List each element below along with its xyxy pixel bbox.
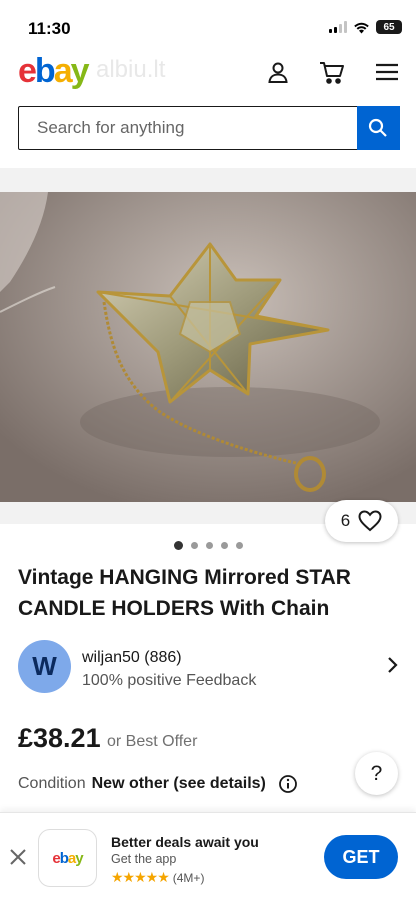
get-app-button[interactable]: GET — [324, 835, 398, 879]
pagination-dot[interactable] — [235, 542, 243, 549]
ebay-logo[interactable]: ebay — [18, 52, 90, 91]
pagination-dot[interactable] — [220, 542, 228, 549]
rating-count: (4M+) — [172, 870, 205, 885]
banner-rating: ★★★★★ (4M+) — [111, 869, 204, 886]
status-time: 11:30 — [28, 19, 71, 38]
watermark-text: albiu.lt — [96, 56, 166, 83]
banner-subtitle: Get the app — [111, 852, 177, 866]
search-button[interactable] — [356, 105, 400, 150]
battery-icon: 65 — [376, 20, 402, 34]
price: £38.21 — [18, 723, 101, 753]
search-icon — [368, 118, 387, 137]
banner-title: Better deals await you — [111, 834, 259, 850]
cart-icon[interactable] — [318, 58, 346, 86]
condition-value[interactable]: New other (see details) — [92, 775, 266, 793]
seller-feedback: 100% positive Feedback — [82, 672, 257, 689]
header: ebay albiu.lt — [0, 50, 416, 94]
cellular-signal-icon — [329, 21, 347, 33]
condition-row: Condition New other (see details) — [18, 774, 298, 794]
image-pagination — [0, 541, 416, 550]
product-image[interactable] — [0, 192, 416, 502]
ebay-app-icon[interactable]: ebay — [38, 829, 97, 887]
info-icon[interactable] — [278, 774, 298, 794]
divider-band — [0, 168, 416, 192]
account-icon[interactable] — [264, 58, 292, 86]
heart-icon — [358, 510, 382, 532]
close-icon[interactable] — [8, 847, 28, 867]
pagination-dot[interactable] — [190, 542, 198, 549]
wifi-icon — [354, 22, 369, 33]
pagination-dot-active[interactable] — [173, 541, 183, 550]
menu-icon[interactable] — [373, 58, 401, 86]
avatar: W — [18, 640, 71, 693]
best-offer-label: or Best Offer — [107, 733, 198, 750]
star-candle-holder-photo — [0, 192, 416, 502]
status-icons: 65 — [329, 20, 402, 34]
chevron-right-icon — [388, 657, 398, 673]
watch-count: 6 — [340, 511, 351, 530]
search-input[interactable] — [19, 107, 357, 149]
watch-button[interactable]: 6 — [325, 500, 398, 542]
condition-label: Condition — [18, 775, 86, 792]
pagination-dot[interactable] — [205, 542, 213, 549]
help-button[interactable]: ? — [355, 752, 398, 795]
product-title: Vintage HANGING Mirrored STAR CANDLE HOL… — [18, 566, 351, 620]
seller-name: wiljan50 (886) — [82, 649, 182, 666]
status-bar: 11:30 65 — [0, 0, 416, 50]
seller-info[interactable]: W wiljan50 (886) 100% positive Feedback — [18, 640, 398, 695]
search-bar — [18, 105, 400, 150]
star-rating-icon: ★★★★★ — [111, 869, 170, 885]
app-install-banner: ebay Better deals await you Get the app … — [0, 812, 416, 900]
